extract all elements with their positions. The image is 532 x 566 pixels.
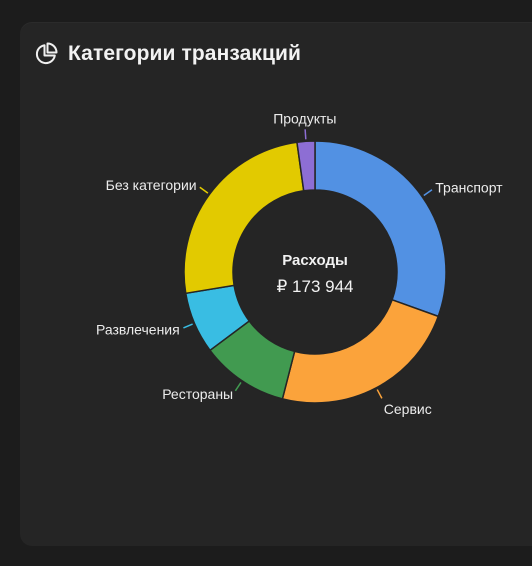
- slice-label-1: Сервис: [384, 401, 432, 417]
- slice-leader-0: [423, 189, 433, 197]
- slice-4[interactable]: [183, 141, 305, 295]
- slice-label-5: Продукты: [273, 110, 336, 126]
- slice-leader-5: [304, 129, 307, 140]
- slice-leader-1: [376, 389, 383, 399]
- slice-1[interactable]: [281, 298, 440, 404]
- slice-label-4: Без категории: [106, 177, 197, 193]
- donut-chart: Транспорт Сервис Рестораны Развлечения Без к…: [96, 110, 503, 417]
- center-title: Расходы: [282, 252, 348, 269]
- slice-label-0: Транспорт: [435, 179, 503, 195]
- center-value: ₽ 173 944: [277, 277, 354, 296]
- slice-label-3: Развлечения: [96, 322, 180, 338]
- slice-leader-2: [234, 382, 242, 392]
- slice-leader-4: [199, 186, 209, 194]
- slice-leader-3: [183, 323, 193, 329]
- slice-label-2: Рестораны: [162, 386, 233, 402]
